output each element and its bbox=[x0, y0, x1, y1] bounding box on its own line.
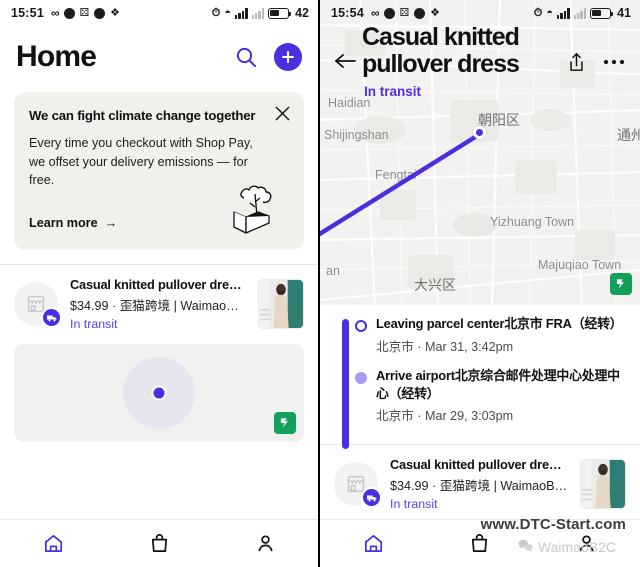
status-system-icons: ⏱ ◓ 41 bbox=[534, 6, 631, 20]
battery-icon bbox=[268, 7, 292, 19]
right-phone-panel: Shijingshan Fengtai an Haidian 朝阳区 通州 Yi… bbox=[320, 0, 640, 567]
arrow-right-icon: → bbox=[104, 215, 118, 230]
order-subtitle: $34.99 · 歪猫跨境 | WaimaoB2... bbox=[390, 479, 568, 494]
timeline-marker-solid-icon bbox=[354, 371, 367, 384]
learn-more-label: Learn more bbox=[29, 215, 98, 230]
timeline-marker-open-icon bbox=[354, 320, 367, 332]
dot-icon bbox=[63, 7, 75, 19]
dot-icon bbox=[94, 7, 106, 19]
signal-dim-icon bbox=[573, 7, 587, 19]
store-icon bbox=[14, 282, 62, 328]
tab-shop[interactable] bbox=[132, 527, 186, 561]
order-title: Casual knitted pullover dress - ... bbox=[70, 277, 246, 292]
bottom-tab-bar-left bbox=[0, 519, 318, 567]
current-location-dot bbox=[123, 357, 195, 429]
amap-logo bbox=[610, 273, 632, 295]
mini-map[interactable] bbox=[14, 344, 304, 442]
alarm-icon: ⏱ bbox=[533, 6, 543, 19]
alarm-icon: ⏱ bbox=[211, 6, 221, 19]
timeline-event-meta: 北京市 · Mar 29, 3:03pm bbox=[376, 409, 514, 424]
status-notification-icons: ∞ ⚄ ❖ bbox=[371, 6, 440, 20]
delivery-map[interactable]: Shijingshan Fengtai an Haidian 朝阳区 通州 Yi… bbox=[320, 0, 640, 305]
wechat-icon: ⚄ bbox=[79, 6, 90, 19]
left-phone-panel: 15:51 ∞ ⚄ ❖ ⏱ ◓ 42 Home We can fight cli… bbox=[0, 0, 320, 567]
climate-banner: We can fight climate change together Eve… bbox=[14, 92, 304, 250]
wechat-icon: ⚄ bbox=[399, 6, 410, 19]
dot-icon bbox=[414, 7, 426, 19]
watermark-wechat: WaimaoB2C bbox=[518, 539, 616, 555]
tree-in-box-icon bbox=[224, 176, 290, 238]
back-arrow-icon[interactable] bbox=[332, 48, 358, 74]
product-thumbnail bbox=[258, 279, 304, 329]
status-bar-left: 15:51 ∞ ⚄ ❖ ⏱ ◓ 42 bbox=[0, 0, 318, 26]
evernote-icon: ❖ bbox=[430, 6, 440, 19]
signal-icon bbox=[234, 7, 248, 19]
status-system-icons: ⏱ ◓ 42 bbox=[212, 6, 309, 20]
order-title: Casual knitted pullover dress - ... bbox=[390, 457, 568, 473]
tab-home[interactable] bbox=[346, 527, 400, 561]
timeline-event[interactable]: Leaving parcel center北京市 FRA（经转） 北京市 · M… bbox=[332, 315, 628, 355]
truck-icon bbox=[361, 487, 382, 509]
climate-banner-title: We can fight climate change together bbox=[29, 108, 256, 123]
status-time: 15:51 bbox=[11, 6, 44, 20]
wifi-icon: ◓ bbox=[546, 6, 553, 19]
detail-status-badge: In transit bbox=[364, 84, 422, 99]
order-text-block: Casual knitted pullover dress - ... $34.… bbox=[390, 457, 568, 511]
header-actions bbox=[232, 43, 302, 71]
status-time: 15:54 bbox=[331, 6, 364, 20]
store-icon bbox=[334, 462, 382, 509]
battery-icon bbox=[590, 7, 614, 19]
truck-icon bbox=[41, 307, 62, 328]
wifi-icon: ◓ bbox=[224, 6, 231, 19]
order-subtitle: $34.99 · 歪猫跨境 | WaimaoB2... bbox=[70, 299, 246, 313]
tracking-timeline: Leaving parcel center北京市 FRA（经转） 北京市 · M… bbox=[320, 305, 640, 449]
status-badge: In transit bbox=[390, 497, 438, 512]
infinity-icon: ∞ bbox=[50, 6, 60, 20]
battery-percent: 42 bbox=[295, 6, 309, 20]
watermark-wechat-label: WaimaoB2C bbox=[537, 539, 616, 555]
add-button[interactable] bbox=[274, 43, 302, 71]
watermark-url: www.DTC-Start.com bbox=[480, 516, 626, 533]
home-header: Home bbox=[0, 26, 318, 84]
signal-icon bbox=[556, 7, 570, 19]
tab-profile[interactable] bbox=[238, 527, 292, 561]
detail-header-overlay: Casual knitted pullover dress In transit bbox=[320, 24, 640, 99]
signal-dim-icon bbox=[251, 7, 265, 19]
product-thumbnail bbox=[580, 459, 626, 510]
detail-header-actions bbox=[562, 48, 628, 76]
search-icon[interactable] bbox=[232, 43, 260, 71]
dot-icon bbox=[383, 7, 395, 19]
evernote-icon: ❖ bbox=[110, 6, 120, 19]
battery-percent: 41 bbox=[617, 6, 631, 20]
status-notification-icons: ∞ ⚄ ❖ bbox=[51, 6, 120, 20]
page-title: Home bbox=[16, 40, 97, 73]
order-text-block: Casual knitted pullover dress - ... $34.… bbox=[70, 277, 246, 331]
detail-page-title: Casual knitted pullover dress bbox=[362, 23, 520, 78]
share-icon[interactable] bbox=[562, 48, 590, 76]
infinity-icon: ∞ bbox=[370, 6, 380, 20]
amap-logo bbox=[274, 412, 296, 434]
tab-home[interactable] bbox=[26, 527, 80, 561]
timeline-event-title: Arrive airport北京综合邮件处理中心处理中心（经转） bbox=[376, 367, 620, 401]
more-horizontal-icon[interactable] bbox=[600, 48, 628, 76]
order-list-item[interactable]: Casual knitted pullover dress - ... $34.… bbox=[0, 265, 318, 342]
timeline-event-meta: 北京市 · Mar 31, 3:42pm bbox=[376, 339, 514, 354]
status-badge: In transit bbox=[70, 317, 118, 331]
wechat-icon bbox=[518, 539, 533, 555]
close-icon[interactable] bbox=[275, 106, 290, 126]
timeline-event-title: Leaving parcel center北京市 FRA（经转） bbox=[376, 316, 623, 331]
detail-header-row: Casual knitted pullover dress bbox=[332, 23, 628, 78]
screenshot-root: 15:51 ∞ ⚄ ❖ ⏱ ◓ 42 Home We can fight cli… bbox=[0, 0, 640, 567]
timeline-event[interactable]: Arrive airport北京综合邮件处理中心处理中心（经转） 北京市 · M… bbox=[332, 367, 628, 425]
route-current-marker bbox=[473, 126, 486, 139]
order-list-item[interactable]: Casual knitted pullover dress - ... $34.… bbox=[320, 445, 640, 522]
status-bar-right: 15:54 ∞ ⚄ ❖ ⏱ ◓ 41 bbox=[320, 0, 640, 26]
